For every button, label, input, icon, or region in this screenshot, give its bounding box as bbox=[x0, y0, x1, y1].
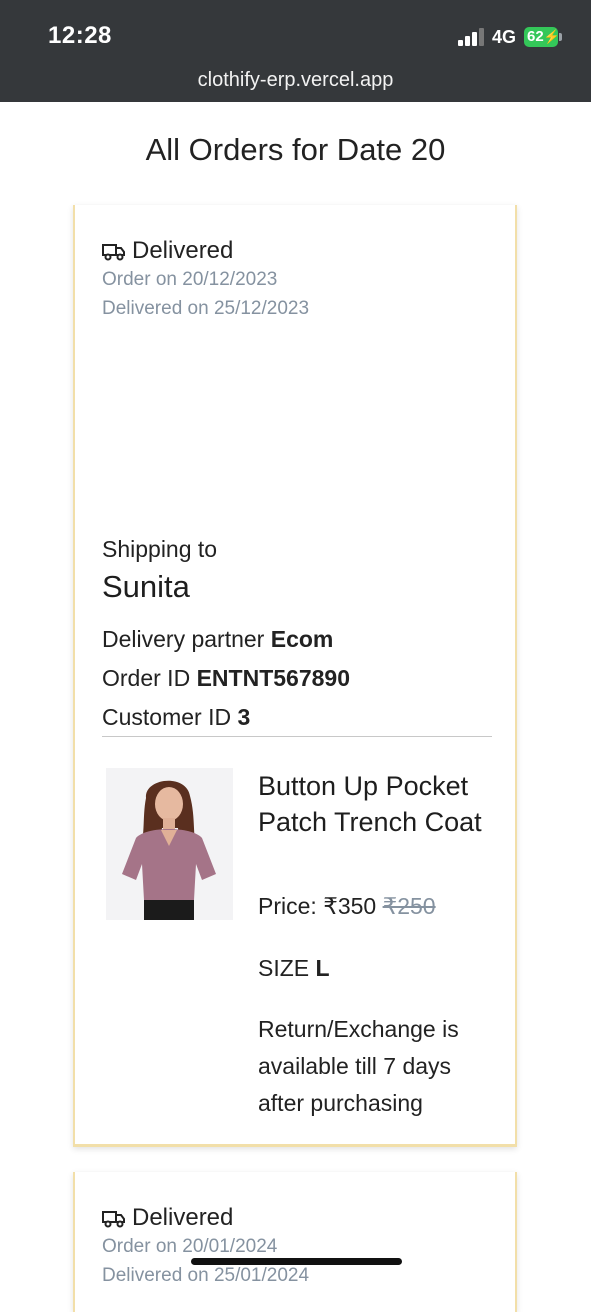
battery-icon: 62⚡ bbox=[524, 27, 560, 47]
shipping-label: Shipping to bbox=[102, 536, 218, 562]
delivery-partner-value: Ecom bbox=[270, 626, 334, 652]
customer-name: Sunita bbox=[102, 569, 190, 604]
status-text: Delivered bbox=[132, 237, 234, 264]
delivery-date: Delivered on 25/01/2024 bbox=[102, 1265, 310, 1286]
order-date: Order on 20/12/2023 bbox=[102, 269, 278, 290]
product-price: Price: ₹350 ₹250 bbox=[258, 893, 436, 920]
page-title: All Orders for Date 20 bbox=[145, 132, 446, 167]
price-label: Price: bbox=[258, 893, 324, 919]
product-size: SIZE L bbox=[258, 955, 330, 982]
order-card[interactable]: Delivered Order on 20/01/2024 Delivered … bbox=[73, 1172, 517, 1312]
battery-level: 62 bbox=[527, 28, 544, 45]
return-policy-note: Return/Exchange is available till 7 days… bbox=[258, 1016, 459, 1116]
customer-id: Customer ID 3 bbox=[102, 704, 250, 731]
order-id-value: ENTNT567890 bbox=[196, 665, 350, 691]
status-text: Delivered bbox=[132, 1204, 234, 1231]
size-value: L bbox=[315, 955, 330, 981]
size-label: SIZE bbox=[258, 955, 316, 981]
battery-tip bbox=[559, 33, 562, 41]
status-bar: 12:28 4G 62⚡ clothify-erp.vercel.app bbox=[0, 0, 591, 102]
product-image[interactable] bbox=[106, 768, 233, 920]
order-status: Delivered bbox=[102, 1204, 233, 1232]
order-card[interactable]: Delivered Order on 20/12/2023 Delivered … bbox=[73, 205, 517, 1147]
network-type: 4G bbox=[492, 27, 517, 47]
truck-icon bbox=[102, 1211, 125, 1228]
clock: 12:28 bbox=[48, 22, 112, 49]
order-status: Delivered bbox=[102, 237, 233, 265]
customer-id-label: Customer ID bbox=[102, 704, 238, 730]
customer-id-value: 3 bbox=[237, 704, 251, 730]
truck-icon bbox=[102, 244, 125, 261]
delivery-partner: Delivery partner Ecom bbox=[102, 626, 333, 653]
original-price: ₹250 bbox=[382, 893, 436, 919]
price-value: ₹350 bbox=[323, 893, 377, 919]
address-bar[interactable]: clothify-erp.vercel.app bbox=[0, 69, 591, 92]
delivery-partner-label: Delivery partner bbox=[102, 626, 271, 652]
signal-icon bbox=[458, 28, 486, 46]
product-photo-illustration bbox=[106, 768, 233, 920]
order-id-label: Order ID bbox=[102, 665, 197, 691]
product-name[interactable]: Button Up Pocket Patch Trench Coat bbox=[258, 768, 498, 840]
order-date: Order on 20/01/2024 bbox=[102, 1236, 278, 1257]
home-indicator[interactable] bbox=[191, 1258, 402, 1265]
order-id: Order ID ENTNT567890 bbox=[102, 665, 350, 692]
divider bbox=[102, 736, 492, 737]
delivery-date: Delivered on 25/12/2023 bbox=[102, 298, 310, 319]
